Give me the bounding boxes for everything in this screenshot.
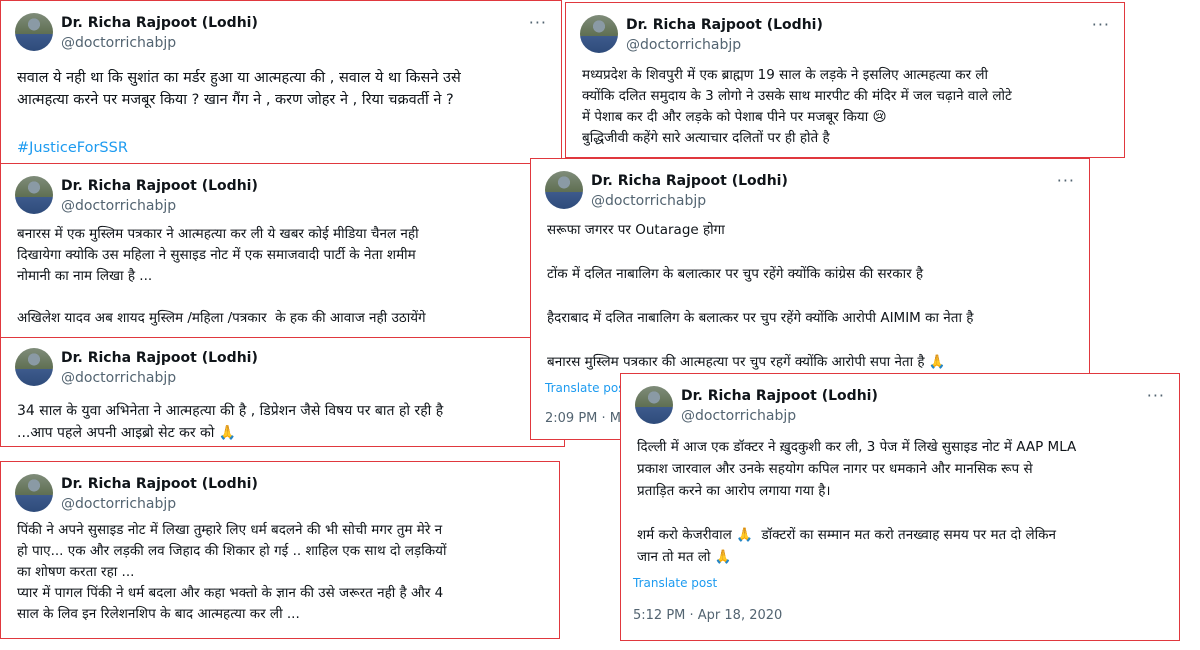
tweet-card-5[interactable]: Dr. Richa Rajpoot (Lodhi) @doctorrichabj…	[0, 337, 565, 447]
tweet-header: Dr. Richa Rajpoot (Lodhi) @doctorrichabj…	[15, 13, 547, 57]
display-name[interactable]: Dr. Richa Rajpoot (Lodhi)	[61, 15, 258, 31]
avatar[interactable]	[15, 176, 53, 214]
user-handle[interactable]: @doctorrichabjp	[61, 370, 176, 386]
tweet-header: Dr. Richa Rajpoot (Lodhi) @doctorrichabj…	[15, 176, 517, 220]
tweet-header: Dr. Richa Rajpoot (Lodhi) @doctorrichabj…	[545, 171, 1075, 215]
tweet-text: दिल्ली में आज एक डॉक्टर ने ख़ुदकुशी कर ल…	[637, 439, 1077, 565]
user-handle[interactable]: @doctorrichabjp	[61, 35, 176, 51]
timestamp[interactable]: 2:09 PM · M	[545, 411, 621, 426]
tweet-card-6[interactable]: Dr. Richa Rajpoot (Lodhi) @doctorrichabj…	[620, 373, 1180, 641]
tweet-card-1[interactable]: Dr. Richa Rajpoot (Lodhi) @doctorrichabj…	[0, 0, 562, 164]
avatar[interactable]	[15, 348, 53, 386]
display-name[interactable]: Dr. Richa Rajpoot (Lodhi)	[61, 350, 258, 366]
tweet-text: सरूफा जगरर पर Outarage होगा टोंक में दलि…	[547, 222, 974, 370]
user-handle[interactable]: @doctorrichabjp	[61, 198, 176, 214]
tweet-text: बनारस में एक मुस्लिम पत्रकार ने आत्महत्य…	[17, 226, 426, 326]
tweet-header: Dr. Richa Rajpoot (Lodhi) @doctorrichabj…	[15, 348, 550, 392]
tweet-card-7[interactable]: Dr. Richa Rajpoot (Lodhi) @doctorrichabj…	[0, 461, 560, 639]
avatar[interactable]	[15, 474, 53, 512]
display-name[interactable]: Dr. Richa Rajpoot (Lodhi)	[626, 17, 823, 33]
avatar[interactable]	[580, 15, 618, 53]
tweet-text: पिंकी ने अपने सुसाइड नोट में लिखा तुम्हा…	[17, 522, 447, 622]
user-handle[interactable]: @doctorrichabjp	[626, 37, 741, 53]
user-handle[interactable]: @doctorrichabjp	[681, 408, 796, 424]
tweet-header: Dr. Richa Rajpoot (Lodhi) @doctorrichabj…	[635, 386, 1165, 430]
avatar[interactable]	[635, 386, 673, 424]
tweet-header: Dr. Richa Rajpoot (Lodhi) @doctorrichabj…	[15, 474, 545, 518]
more-options-icon[interactable]: ···	[1057, 171, 1075, 190]
more-options-icon[interactable]: ···	[1147, 386, 1165, 405]
tweet-text: 34 साल के युवा अभिनेता ने आत्महत्या की ह…	[17, 403, 444, 441]
tweet-text: मध्यप्रदेश के शिवपुरी में एक ब्राह्मण 19…	[582, 67, 1012, 146]
display-name[interactable]: Dr. Richa Rajpoot (Lodhi)	[61, 476, 258, 492]
more-options-icon[interactable]: ···	[529, 13, 547, 32]
tweet-text: सवाल ये नही था कि सुशांत का मर्डर हुआ या…	[17, 70, 461, 108]
tweet-header: Dr. Richa Rajpoot (Lodhi) @doctorrichabj…	[580, 15, 1110, 59]
display-name[interactable]: Dr. Richa Rajpoot (Lodhi)	[681, 388, 878, 404]
avatar[interactable]	[15, 13, 53, 51]
more-options-icon[interactable]: ···	[1092, 15, 1110, 34]
display-name[interactable]: Dr. Richa Rajpoot (Lodhi)	[61, 178, 258, 194]
tweet-card-2[interactable]: Dr. Richa Rajpoot (Lodhi) @doctorrichabj…	[565, 2, 1125, 158]
display-name[interactable]: Dr. Richa Rajpoot (Lodhi)	[591, 173, 788, 189]
translate-post-link[interactable]: Translate post	[545, 381, 629, 395]
user-handle[interactable]: @doctorrichabjp	[591, 193, 706, 209]
avatar[interactable]	[545, 171, 583, 209]
tweet-card-3[interactable]: Dr. Richa Rajpoot (Lodhi) @doctorrichabj…	[0, 163, 532, 339]
hashtag-link[interactable]: #JusticeForSSR	[17, 137, 547, 159]
timestamp[interactable]: 5:12 PM · Apr 18, 2020	[633, 608, 782, 623]
translate-post-link[interactable]: Translate post	[633, 576, 717, 590]
user-handle[interactable]: @doctorrichabjp	[61, 496, 176, 512]
